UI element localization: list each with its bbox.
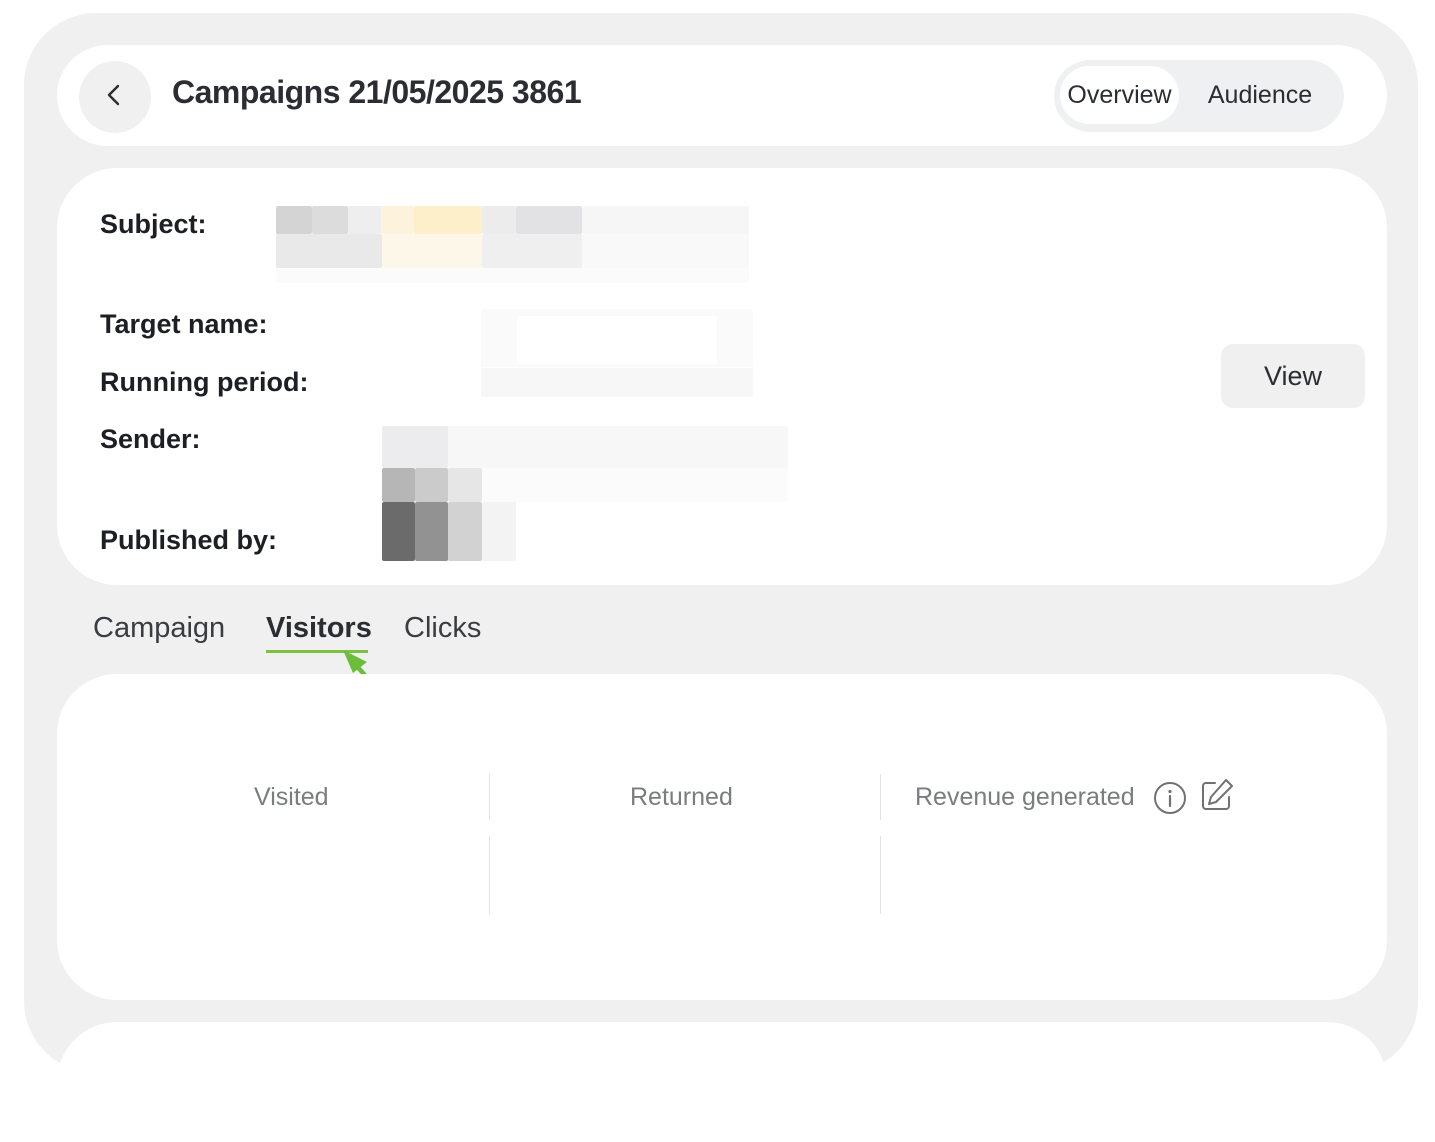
tab-clicks[interactable]: Clicks <box>404 612 481 645</box>
target-name-label: Target name: <box>100 309 268 339</box>
sender-label: Sender: <box>100 424 201 454</box>
visited-label: Visited <box>254 783 329 811</box>
edit-icon[interactable] <box>1199 777 1235 818</box>
next-section-card <box>57 1022 1387 1142</box>
back-button[interactable] <box>79 61 151 133</box>
header-bar: Campaigns 21/05/2025 3861 Overview Audie… <box>57 45 1387 146</box>
view-button[interactable]: View <box>1221 344 1365 408</box>
visitor-stats-card: Visited Returned Revenue generated <box>57 674 1387 1000</box>
divider <box>880 774 881 820</box>
chevron-left-icon <box>101 81 129 114</box>
divider <box>880 836 881 914</box>
subject-label: Subject: <box>100 209 207 239</box>
page-title: Campaigns 21/05/2025 3861 <box>172 74 582 110</box>
tab-campaign[interactable]: Campaign <box>93 612 225 645</box>
tab-overview[interactable]: Overview <box>1060 66 1179 124</box>
returned-label: Returned <box>630 783 733 811</box>
view-switcher: Overview Audience <box>1054 60 1344 132</box>
divider <box>489 836 490 914</box>
running-period-label: Running period: <box>100 367 309 397</box>
campaign-info-card: Subject: Target name: Running period: Se… <box>57 168 1387 585</box>
tab-audience[interactable]: Audience <box>1193 66 1327 124</box>
published-by-label: Published by: <box>100 525 278 555</box>
revenue-generated-label: Revenue generated <box>915 783 1135 811</box>
info-icon[interactable] <box>1153 781 1187 820</box>
divider <box>489 774 490 820</box>
